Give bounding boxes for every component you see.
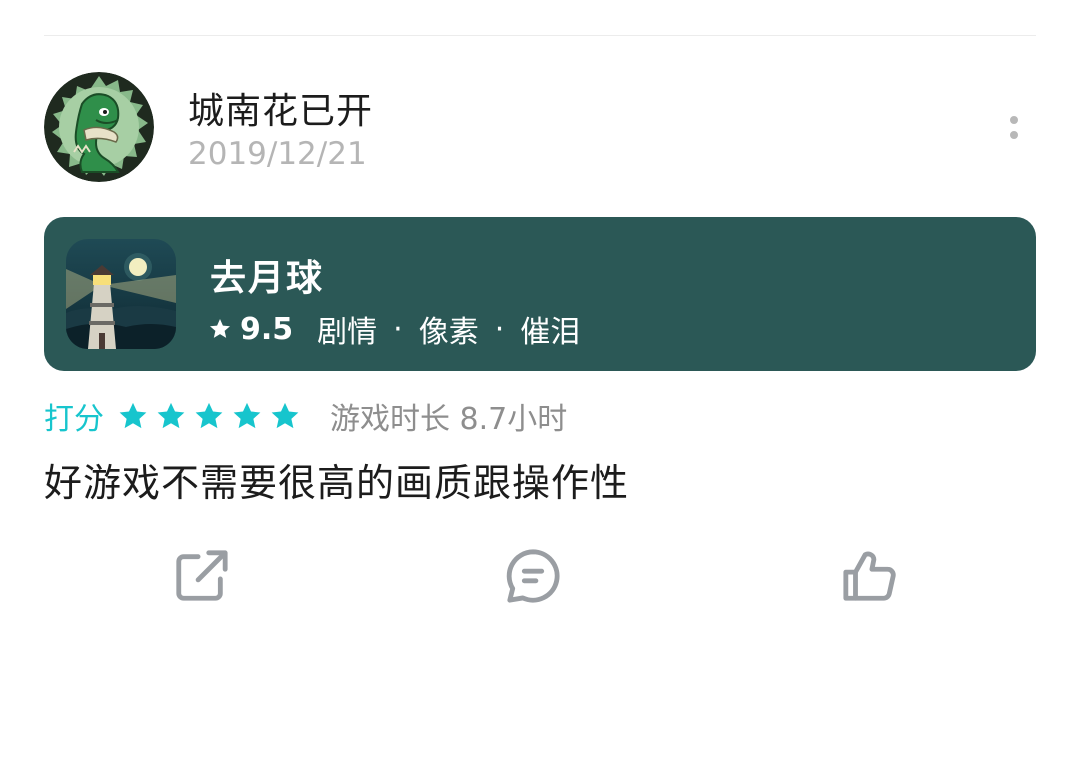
more-dot-icon (1010, 115, 1018, 124)
game-tag: 剧情 (317, 315, 378, 350)
game-tag: 催泪 (520, 315, 581, 350)
star-icon (210, 319, 230, 338)
thumbs-up-icon (843, 551, 896, 601)
more-dot-icon (1010, 130, 1018, 139)
rating-star-icon (119, 402, 147, 429)
game-meta: 9.5 剧情 · 像素 · 催泪 (208, 307, 580, 351)
comment-icon (506, 549, 560, 603)
username[interactable]: 城南花已开 (188, 82, 373, 134)
game-title: 去月球 (210, 258, 325, 299)
rating-star-icon (271, 402, 299, 429)
tag-separator: · (494, 311, 505, 347)
review-page: 城南花已开 2019/12/21 去月球 9.5 剧情 · 像素 · 催泪 打分… (0, 0, 1080, 784)
lighthouse-icon (66, 239, 176, 349)
rating-row: 打分 游戏时长 8.7小时 (44, 396, 568, 437)
tag-separator: · (393, 311, 403, 347)
game-tag: 像素 (418, 315, 479, 350)
share-button[interactable] (171, 546, 231, 606)
rating-star-icon (233, 402, 261, 429)
game-card[interactable]: 去月球 9.5 剧情 · 像素 · 催泪 (44, 217, 1036, 371)
comment-button[interactable] (503, 546, 563, 606)
user-avatar[interactable] (44, 72, 154, 182)
playtime: 游戏时长 8.7小时 (330, 402, 568, 437)
game-icon (66, 239, 176, 349)
game-score: 9.5 (240, 311, 294, 347)
review-text: 好游戏不需要很高的画质跟操作性 (44, 461, 630, 505)
like-button[interactable] (840, 546, 900, 606)
rating-star-icon (157, 402, 185, 429)
dinosaur-avatar-icon (44, 72, 154, 182)
rating-star-icon (195, 402, 223, 429)
rating-stars (118, 401, 300, 431)
top-divider (44, 35, 1036, 36)
post-date: 2019/12/21 (188, 136, 367, 172)
rating-label: 打分 (44, 402, 104, 437)
share-icon (176, 550, 228, 601)
more-options-button[interactable] (996, 104, 1032, 150)
